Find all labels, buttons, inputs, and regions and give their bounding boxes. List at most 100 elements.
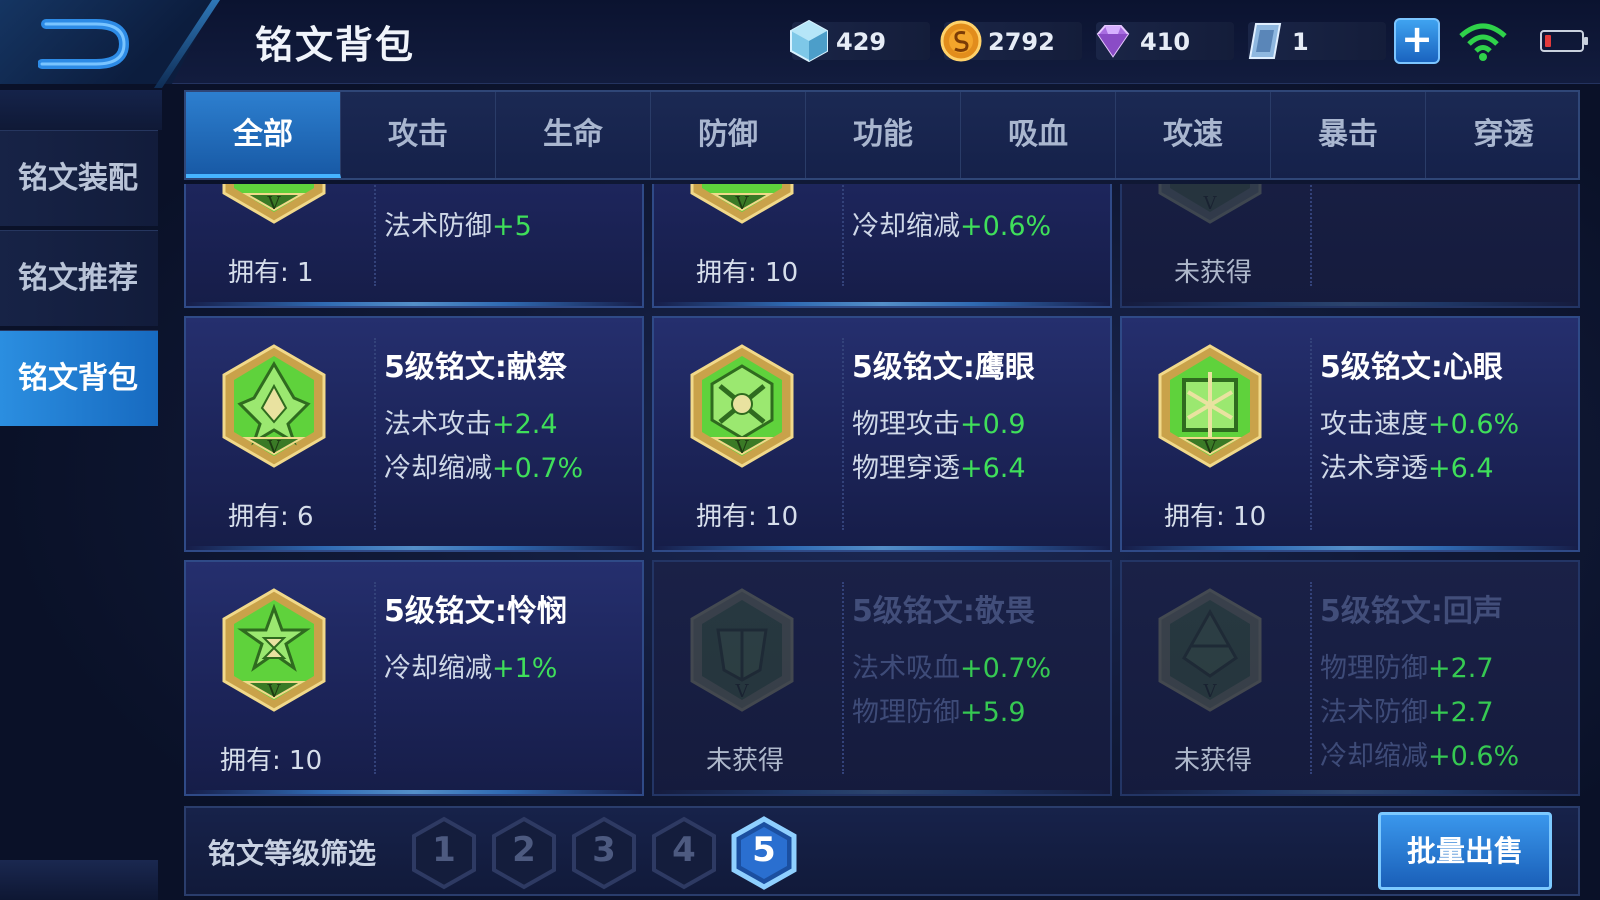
level-filter-label-2: 2: [512, 830, 536, 870]
rune-stat: 法术防御+2.7: [1320, 697, 1494, 728]
svg-text:V: V: [735, 193, 750, 214]
crystal-count: 429: [836, 28, 887, 56]
tab-utility[interactable]: 功能: [806, 92, 961, 178]
card-divider: [374, 338, 376, 530]
rune-owned-count: 拥有: 10: [1164, 502, 1267, 532]
rune-awe-icon: V: [690, 588, 794, 712]
top-bar: 铭文背包 429 2792 410 1 +: [0, 0, 1600, 88]
wifi-icon: [1459, 23, 1507, 61]
rune-grid: V 法术防御+5 拥有: 1 V 冷却缩减+0.6% 拥有: 10 V 未获得: [184, 184, 1580, 802]
tab-attack[interactable]: 攻击: [341, 92, 496, 178]
rune-name: 5级铭文:回声: [1320, 594, 1503, 629]
card-divider: [1310, 338, 1312, 530]
rune-card[interactable]: V 冷却缩减+0.6% 拥有: 10: [652, 184, 1112, 308]
level-filter-2[interactable]: 2: [490, 816, 558, 890]
tab-defense[interactable]: 防御: [651, 92, 806, 178]
tab-penetration[interactable]: 穿透: [1426, 92, 1581, 178]
level-filter-label-1: 1: [432, 830, 456, 870]
rune-emblem-icon: V: [1158, 184, 1262, 224]
rune-mind-eye-icon: V: [1158, 344, 1262, 468]
rune-stat: 物理穿透+6.4: [852, 453, 1026, 484]
tab-lifesteal[interactable]: 吸血: [961, 92, 1116, 178]
level-filter-4[interactable]: 4: [650, 816, 718, 890]
recharge-plus-button[interactable]: +: [1394, 18, 1440, 64]
rune-stat: 法术攻击+2.4: [384, 409, 558, 440]
rune-stat: 法术吸血+0.7%: [852, 653, 1052, 684]
gold-coin-icon: [940, 20, 982, 62]
rune-stat: 冷却缩减+1%: [384, 653, 558, 684]
rune-owned-count: 拥有: 10: [696, 502, 799, 532]
rune-owned-count: 拥有: 10: [696, 258, 799, 288]
currency-crystal: 429: [790, 19, 930, 63]
rune-card[interactable]: V 法术防御+5 拥有: 1: [184, 184, 644, 308]
rune-card-echo[interactable]: V 5级铭文:回声 物理防御+2.7 法术防御+2.7 冷却缩减+0.6% 未获…: [1120, 560, 1580, 796]
tab-critical[interactable]: 暴击: [1271, 92, 1426, 178]
page-title: 铭文背包: [255, 23, 416, 67]
sidebar-item-rune-recommend[interactable]: 铭文推荐: [0, 230, 158, 326]
rune-owned-count: 拥有: 10: [220, 746, 323, 776]
purple-diamond-icon: [1096, 25, 1130, 58]
rune-stat: 冷却缩减+0.7%: [384, 453, 584, 484]
rune-owned-count: 拥有: 1: [228, 258, 314, 288]
currency-ticket: 1: [1248, 22, 1386, 60]
card-divider: [842, 582, 844, 774]
currency-diamond: 410: [1096, 22, 1234, 60]
rune-stat: 冷却缩减+0.6%: [852, 211, 1052, 242]
level-filter-5[interactable]: 5: [730, 816, 798, 890]
rune-stat: 攻击速度+0.6%: [1320, 409, 1520, 440]
level-filter-label-5: 5: [752, 830, 776, 870]
rune-name: 5级铭文:怜悯: [384, 594, 567, 629]
rune-owned-count: 未获得: [1174, 258, 1253, 288]
card-divider: [374, 582, 376, 774]
rune-card-sacrifice[interactable]: V 5级铭文:献祭 法术攻击+2.4 冷却缩减+0.7% 拥有: 6: [184, 316, 644, 552]
sidebar-decoration: [0, 90, 162, 130]
rune-name: 5级铭文:献祭: [384, 350, 567, 385]
rune-stat: 冷却缩减+0.6%: [1320, 741, 1520, 772]
rune-owned-count: 未获得: [1174, 746, 1253, 776]
svg-text:V: V: [1203, 437, 1218, 458]
rune-stat: 法术穿透+6.4: [1320, 453, 1494, 484]
diamond-count: 410: [1140, 28, 1191, 56]
sidebar-footer-decoration: [0, 860, 158, 900]
rune-card-mercy[interactable]: V 5级铭文:怜悯 冷却缩减+1% 拥有: 10: [184, 560, 644, 796]
rune-emblem-icon: V: [690, 184, 794, 224]
tab-attack-speed[interactable]: 攻速: [1116, 92, 1271, 178]
rune-stat: 物理攻击+0.9: [852, 409, 1026, 440]
back-arrow-icon: [38, 19, 130, 69]
bulk-sell-button[interactable]: 批量出售: [1378, 812, 1552, 890]
rune-card-awe[interactable]: V 5级铭文:敬畏 法术吸血+0.7% 物理防御+5.9 未获得: [652, 560, 1112, 796]
rune-hawkeye-icon: V: [690, 344, 794, 468]
tab-all[interactable]: 全部: [186, 92, 341, 178]
rune-echo-icon: V: [1158, 588, 1262, 712]
sidebar: 铭文装配 铭文推荐 铭文背包: [0, 90, 162, 900]
sidebar-item-rune-equip[interactable]: 铭文装配: [0, 130, 158, 226]
rune-name: 5级铭文:心眼: [1320, 350, 1503, 385]
rune-stat: 法术防御+5: [384, 211, 532, 242]
crystal-icon: [790, 19, 828, 63]
rune-emblem-icon: V: [222, 184, 326, 224]
rune-stat: 物理防御+2.7: [1320, 653, 1494, 684]
card-divider: [1310, 582, 1312, 774]
level-filter-label-3: 3: [592, 830, 616, 870]
rune-stat: 物理防御+5.9: [852, 697, 1026, 728]
svg-text:V: V: [735, 437, 750, 458]
svg-text:V: V: [1203, 681, 1218, 702]
rune-name: 5级铭文:敬畏: [852, 594, 1035, 629]
rune-card-hawkeye[interactable]: V 5级铭文:鹰眼 物理攻击+0.9 物理穿透+6.4 拥有: 10: [652, 316, 1112, 552]
tab-health[interactable]: 生命: [496, 92, 651, 178]
svg-text:V: V: [1203, 193, 1218, 214]
ticket-count: 1: [1292, 28, 1309, 56]
rune-mercy-icon: V: [222, 588, 326, 712]
svg-text:V: V: [267, 193, 282, 214]
level-filter-1[interactable]: 1: [410, 816, 478, 890]
rune-card-mind-eye[interactable]: V 5级铭文:心眼 攻击速度+0.6% 法术穿透+6.4 拥有: 10: [1120, 316, 1580, 552]
level-filter-3[interactable]: 3: [570, 816, 638, 890]
level-filter-label-4: 4: [672, 830, 696, 870]
rune-owned-count: 拥有: 6: [228, 502, 314, 532]
svg-text:V: V: [267, 437, 282, 458]
back-button[interactable]: [0, 0, 215, 84]
gold-count: 2792: [988, 28, 1055, 56]
currency-gold: 2792: [940, 20, 1082, 62]
rune-card[interactable]: V 未获得: [1120, 184, 1580, 308]
sidebar-item-rune-bag[interactable]: 铭文背包: [0, 330, 158, 426]
